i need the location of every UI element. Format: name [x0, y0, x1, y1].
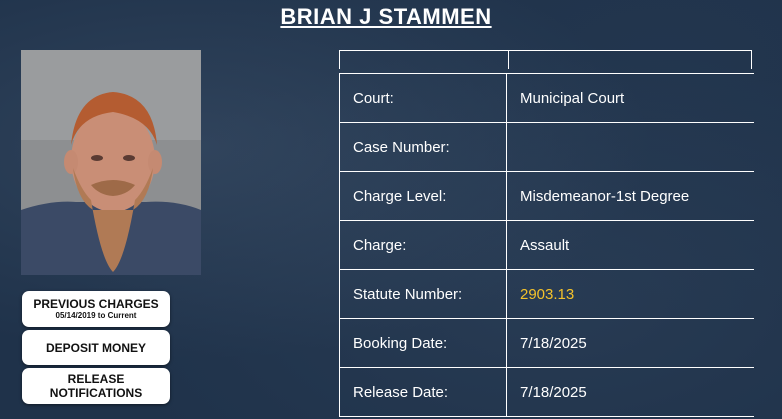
table-row: Charge: Assault [339, 220, 754, 270]
row-label: Court: [339, 74, 507, 123]
previous-charges-date-range: 05/14/2019 to Current [55, 311, 137, 320]
row-value: Municipal Court [520, 90, 625, 107]
table-row: Release Date: 7/18/2025 [339, 367, 754, 417]
row-label: Release Date: [339, 368, 507, 417]
row-value: Assault [520, 237, 570, 254]
row-label: Charge Level: [339, 172, 507, 221]
inmate-name-heading: BRIAN J STAMMEN [280, 4, 492, 29]
row-label: Booking Date: [339, 319, 507, 368]
deposit-money-label: DEPOSIT MONEY [45, 340, 146, 355]
table-row: Court: Municipal Court [339, 73, 754, 123]
previous-charges-label: PREVIOUS CHARGES [33, 297, 159, 311]
table-bottom-border [339, 416, 754, 417]
table-row: Statute Number: 2903.13 [339, 269, 754, 319]
row-value: Misdemeanor-1st Degree [520, 188, 690, 205]
release-notifications-label: RELEASE NOTIFICATIONS [49, 372, 143, 400]
table-header-divider [508, 51, 509, 69]
mugshot-photo [21, 50, 201, 275]
charge-details-table: Court: Municipal Court Case Number: Char… [339, 50, 754, 419]
previous-charges-button[interactable]: PREVIOUS CHARGES 05/14/2019 to Current [22, 291, 170, 327]
row-label: Charge: [339, 221, 507, 270]
row-label: Statute Number: [339, 270, 507, 319]
row-label: Case Number: [339, 123, 507, 172]
row-value: 7/18/2025 [520, 335, 587, 352]
row-value: 7/18/2025 [520, 384, 587, 401]
row-value [508, 123, 754, 172]
table-row: Booking Date: 7/18/2025 [339, 318, 754, 368]
release-notifications-button[interactable]: RELEASE NOTIFICATIONS [22, 368, 170, 404]
statute-number-link[interactable]: 2903.13 [508, 270, 754, 319]
table-header-row [339, 50, 752, 69]
table-row: Charge Level: Misdemeanor-1st Degree [339, 171, 754, 221]
table-row: Case Number: [339, 122, 754, 172]
deposit-money-button[interactable]: DEPOSIT MONEY [22, 330, 170, 365]
